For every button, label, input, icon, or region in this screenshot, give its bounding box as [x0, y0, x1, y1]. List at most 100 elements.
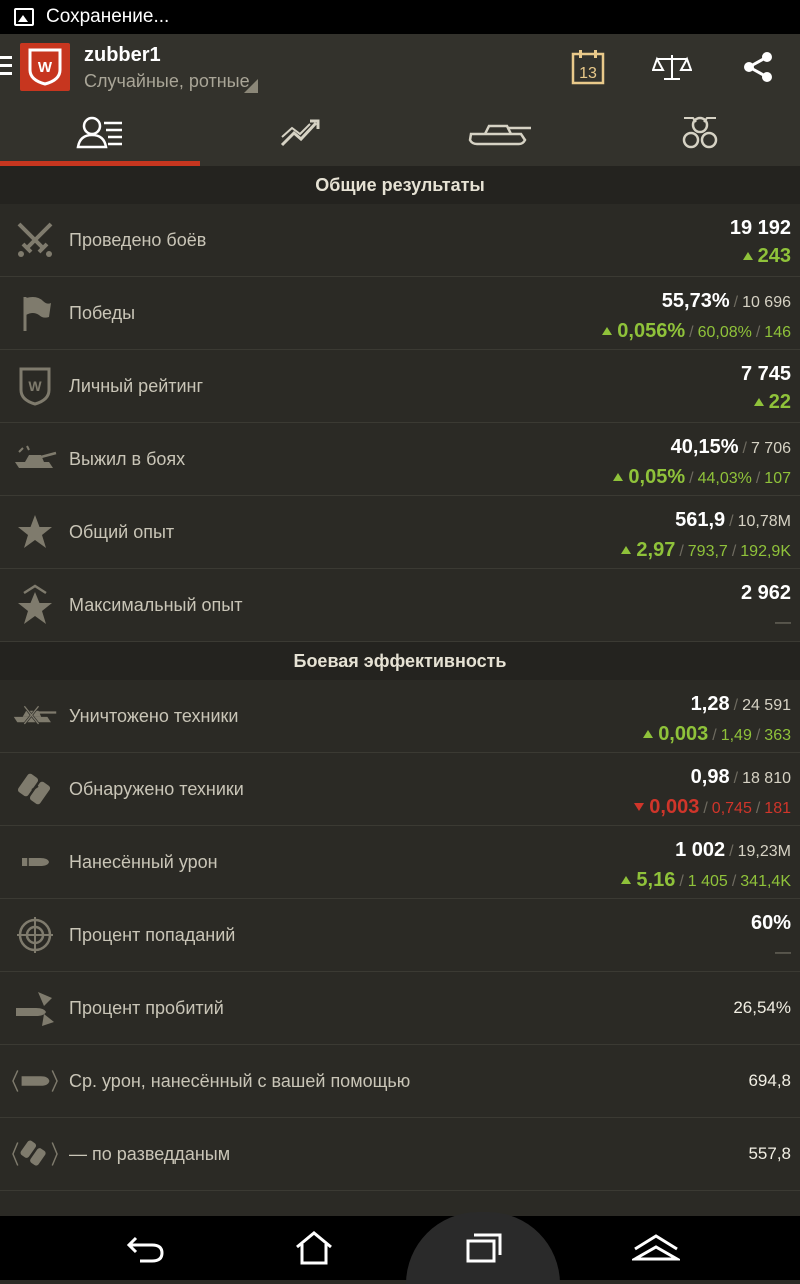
- stat-value: 557,8: [748, 1144, 791, 1163]
- hide-nav-button[interactable]: [616, 1224, 696, 1272]
- dropdown-arrow-icon[interactable]: [244, 79, 258, 93]
- stat-delta: 0,003: [649, 796, 700, 818]
- stat-sub: 146: [764, 324, 791, 341]
- tab-profile[interactable]: [0, 100, 200, 166]
- stat-delta: 2,97: [636, 539, 676, 561]
- stat-delta: 5,16: [636, 869, 676, 891]
- scales-icon: [652, 55, 692, 80]
- stat-value: 2 962: [740, 582, 791, 604]
- stat-sub: 363: [764, 727, 791, 744]
- stat-sub: 60,08%: [697, 324, 752, 341]
- share-button[interactable]: [736, 46, 780, 88]
- tab-vehicles[interactable]: [400, 100, 600, 166]
- wot-logo: W: [20, 43, 70, 91]
- stat-label: Проведено боёв: [69, 229, 207, 250]
- compare-button[interactable]: [650, 46, 694, 88]
- svg-text:W: W: [38, 59, 53, 76]
- home-button[interactable]: [274, 1224, 354, 1272]
- recents-button[interactable]: [444, 1224, 524, 1272]
- stat-value: 0,98: [690, 766, 730, 788]
- flag-icon: [12, 291, 58, 335]
- assist-binoculars-icon: [12, 1132, 58, 1176]
- stat-sub: 793,7: [687, 543, 728, 560]
- stat-sub: 181: [764, 800, 791, 817]
- arrow-up-icon: [613, 473, 624, 481]
- stat-total: 24 591: [742, 697, 791, 714]
- status-text: Сохранение...: [46, 6, 170, 27]
- destroyed-tank-icon: [12, 694, 58, 738]
- assist-shell-icon: [12, 1059, 58, 1103]
- arrow-down-icon: [634, 803, 645, 811]
- stat-row-spotted: Обнаружено техники 0,98/18 810 0,003/0,7…: [0, 753, 800, 826]
- section-header-general: Общие результаты: [0, 166, 800, 204]
- stat-label: Процент попаданий: [69, 924, 236, 945]
- stat-delta: 0,003: [658, 723, 709, 745]
- stat-label: Ср. урон, нанесённый с вашей помощью: [69, 1070, 411, 1091]
- svg-text:W: W: [28, 378, 42, 394]
- star-icon: [12, 510, 58, 554]
- stat-delta: 0,056%: [617, 320, 686, 342]
- back-button[interactable]: [106, 1224, 186, 1272]
- stat-label: Выжил в боях: [69, 448, 186, 469]
- arrow-up-icon: [621, 876, 632, 884]
- stat-sub: 341,4K: [740, 873, 791, 890]
- stat-value: 60%: [750, 912, 791, 934]
- stat-total: 7 706: [750, 440, 791, 457]
- share-icon: [744, 52, 772, 82]
- arrow-up-icon: [742, 252, 753, 260]
- stat-row-wins: Победы 55,73%/10 696 0,056%/60,08%/146: [0, 277, 800, 350]
- stat-label: Победы: [69, 302, 136, 323]
- status-bar: Сохранение...: [0, 0, 800, 34]
- stat-sub: 1,49: [720, 727, 752, 744]
- crossed-swords-icon: [12, 218, 58, 262]
- stat-sub: 192,9K: [740, 543, 791, 560]
- calendar-button[interactable]: 13: [566, 46, 610, 88]
- stat-row-max-xp: Максимальный опыт 2 962 —: [0, 569, 800, 642]
- stat-delta: —: [775, 944, 791, 961]
- trend-chart-icon: [280, 119, 320, 147]
- stat-row-survived: Выжил в боях 40,15%/7 706 0,05%/44,03%/1…: [0, 423, 800, 496]
- shell-icon: [12, 840, 58, 884]
- stat-total: 10,78M: [737, 513, 791, 530]
- tab-dynamics[interactable]: [200, 100, 400, 166]
- arrow-up-icon: [753, 398, 764, 406]
- stat-delta: 243: [757, 245, 791, 267]
- menu-icon[interactable]: [0, 56, 12, 76]
- stat-value: 1,28: [690, 693, 730, 715]
- calendar-icon: 13: [571, 50, 605, 85]
- stat-row-hit-rate: Процент попаданий 60% —: [0, 899, 800, 972]
- stat-value: 561,9: [675, 509, 726, 531]
- stat-value: 55,73%: [661, 290, 730, 312]
- stat-row-battles: Проведено боёв 19 192 243: [0, 204, 800, 277]
- arrow-up-icon: [643, 730, 654, 738]
- username[interactable]: zubber1: [84, 44, 161, 67]
- stat-row-pen-rate: Процент пробитий 26,54%: [0, 972, 800, 1045]
- home-icon: [296, 1231, 332, 1265]
- stat-value: 40,15%: [670, 436, 739, 458]
- stat-row-rating: W Личный рейтинг 7 745 22: [0, 350, 800, 423]
- stat-value: 19 192: [729, 217, 791, 239]
- stat-sub: 0,745: [711, 800, 752, 817]
- stats-list[interactable]: Общие результаты Проведено боёв 19 192 2…: [0, 166, 800, 1216]
- stat-sub: 44,03%: [697, 470, 752, 487]
- tab-achievements[interactable]: [600, 100, 800, 166]
- stat-delta: 22: [768, 391, 791, 413]
- medals-icon: [682, 116, 718, 149]
- stat-row-assist: Ср. урон, нанесённый с вашей помощью 694…: [0, 1045, 800, 1118]
- stat-value: 26,54%: [733, 998, 791, 1017]
- chevron-up-icon: [632, 1234, 680, 1261]
- section-header-battle: Боевая эффективность: [0, 642, 800, 680]
- binoculars-icon: [12, 767, 58, 811]
- svg-text:13: 13: [579, 65, 597, 82]
- stat-label: Нанесённый урон: [69, 851, 218, 872]
- stat-total: 10 696: [742, 294, 791, 311]
- stat-delta: —: [775, 614, 791, 631]
- stat-label: Уничтожено техники: [69, 705, 239, 726]
- survived-tank-icon: [12, 437, 58, 481]
- back-icon: [126, 1236, 164, 1263]
- stat-value: 1 002: [675, 839, 726, 861]
- stat-row-scout: — по разведданым 557,8: [0, 1118, 800, 1191]
- battle-mode-selector[interactable]: Случайные, ротные: [84, 71, 250, 92]
- stat-total: 18 810: [742, 770, 791, 787]
- stat-row-destroyed: Уничтожено техники 1,28/24 591 0,003/1,4…: [0, 680, 800, 753]
